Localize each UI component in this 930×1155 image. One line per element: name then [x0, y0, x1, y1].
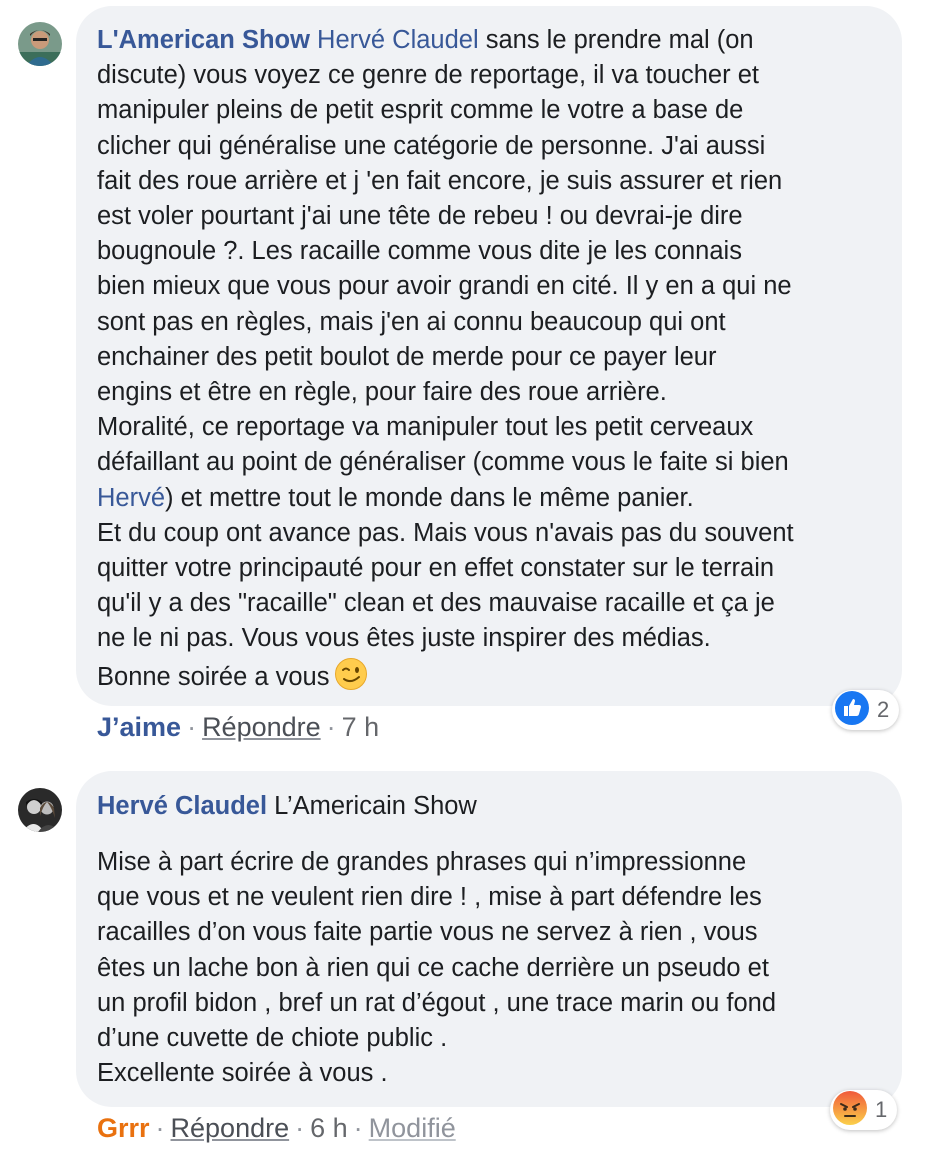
avatar[interactable] [18, 788, 62, 832]
comment-text: Hervé Claudel L’Americain Show [97, 789, 897, 824]
comment-line: sans le prendre mal (on [478, 26, 754, 54]
comment-line: d’une cuvette de chiote public . [97, 1024, 448, 1053]
comment-line: un profil bidon , bref un rat d’égout , … [97, 988, 777, 1017]
comment-line: Et du coup ont avance pas. Mais vous n'a… [97, 518, 794, 547]
comment-line: sont pas en règles, mais j'en ai connu b… [97, 307, 726, 336]
comment-line: manipuler pleins de petit esprit comme l… [97, 96, 744, 125]
reaction-count-number: 2 [877, 697, 890, 722]
timestamp[interactable]: 7 h [342, 712, 380, 742]
separator: · [295, 1113, 305, 1143]
comment-line: Excellente soirée à vous . [97, 1059, 388, 1088]
reaction-count-number: 1 [875, 1097, 888, 1122]
comment-line: ) et mettre tout le monde dans le même p… [165, 483, 694, 512]
comment-line: bien mieux que vous pour avoir grandi en… [97, 272, 792, 301]
comment-line: Mise à part écrire de grandes phrases qu… [97, 848, 747, 876]
like-button[interactable]: J’aime [97, 712, 181, 742]
comment-line: que vous et ne veulent rien dire ! , mis… [97, 883, 762, 912]
avatar[interactable] [18, 22, 62, 66]
reaction-count[interactable]: 1 [830, 1090, 898, 1130]
separator: · [326, 712, 336, 742]
reply-button[interactable]: Répondre [202, 712, 321, 742]
comment-line: Bonne soirée a vous [97, 662, 330, 691]
reply-button[interactable]: Répondre [171, 1113, 290, 1143]
grrr-button[interactable]: Grrr [97, 1113, 150, 1143]
comment-line: est voler pourtant j'ai une tête de rebe… [97, 202, 743, 231]
comment-line: discute) vous voyez ce genre de reportag… [97, 61, 759, 90]
comment-line: êtes un lache bon à rien qui ce cache de… [97, 953, 769, 982]
comment-line: bougnoule ?. Les racaille comme vous dit… [97, 237, 742, 266]
comment-line: racailles d’on vous faite partie vous ne… [97, 918, 758, 947]
comment-actions: J’aime · Répondre · 7 h [97, 710, 379, 744]
comment-line: ne le ni pas. Vous vous êtes juste inspi… [97, 624, 711, 653]
separator: · [187, 712, 197, 742]
comment-text: Mise à part écrire de grandes phrases qu… [97, 845, 897, 1091]
angry-icon [833, 1090, 867, 1130]
comment-line: Moralité, ce reportage va manipuler tout… [97, 413, 754, 442]
like-icon [835, 690, 869, 730]
mention-link[interactable]: L’Americain Show [274, 792, 477, 820]
comment-author[interactable]: L'American Show [97, 26, 310, 54]
comment-line: quitter votre principauté pour en effet … [97, 554, 775, 583]
comment-line: défaillant au point de généraliser (comm… [97, 448, 789, 477]
timestamp[interactable]: 6 h [310, 1113, 348, 1143]
wink-emoji-icon [334, 657, 368, 691]
comment-line: clicher qui généralise une catégorie de … [97, 131, 766, 160]
comment-line: engins et être en règle, pour faire des … [97, 378, 667, 407]
comment-actions: Grrr · Répondre · 6 h · Modifié [97, 1111, 456, 1145]
edited-link[interactable]: Modifié [369, 1113, 456, 1143]
comment-line: fait des roue arrière et j 'en fait enco… [97, 166, 783, 195]
comment-author[interactable]: Hervé Claudel [97, 792, 267, 820]
separator: · [353, 1113, 363, 1143]
comment-line: qu'il y a des "racaille" clean et des ma… [97, 589, 775, 618]
reaction-count[interactable]: 2 [832, 690, 900, 730]
comment-line: enchainer des petit boulot de merde pour… [97, 342, 717, 371]
mention-link[interactable]: Hervé Claudel [317, 26, 479, 54]
comment-text: L'American Show Hervé Claudel sans le pr… [97, 23, 897, 695]
mention-link[interactable]: Hervé [97, 484, 165, 512]
separator: · [155, 1113, 165, 1143]
